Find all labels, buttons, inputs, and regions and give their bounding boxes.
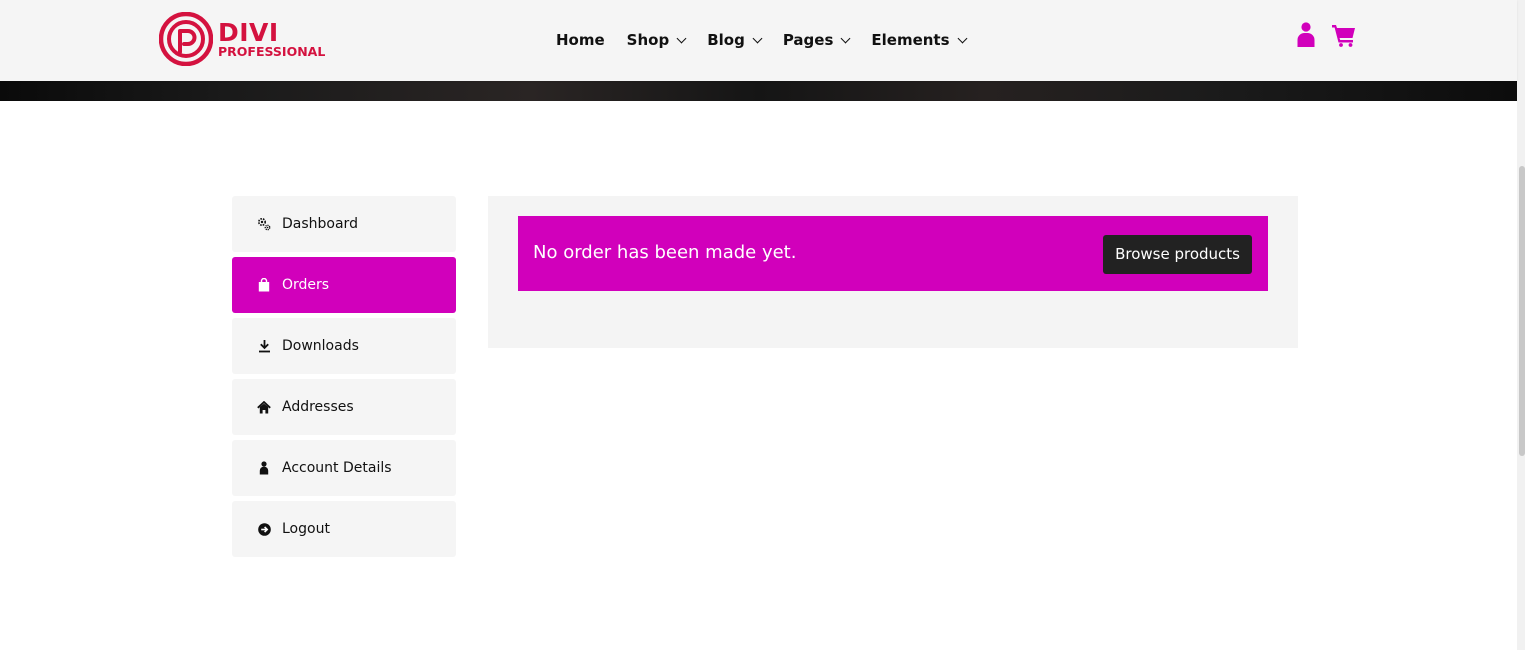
chevron-down-icon (840, 33, 851, 43)
logo-subtitle: PROFESSIONAL (218, 43, 326, 59)
account-nav-label: Orders (282, 277, 330, 293)
account-nav-logout[interactable]: Logout (232, 501, 456, 557)
chevron-down-icon (752, 33, 763, 43)
logo-mark-icon (159, 12, 213, 66)
header-icons (1296, 22, 1357, 48)
page: DIVI PROFESSIONAL Home Shop Blog Pages E… (0, 0, 1525, 650)
chevron-down-icon (957, 33, 967, 43)
nav-item-label: Shop (626, 31, 670, 49)
scrollbar-thumb[interactable] (1519, 166, 1525, 456)
nav-item-blog[interactable]: Blog (707, 31, 763, 49)
nav-item-label: Blog (707, 31, 745, 49)
account-nav-orders[interactable]: Orders (232, 257, 456, 313)
browse-products-button[interactable]: Browse products (1103, 235, 1252, 274)
account-nav-label: Dashboard (282, 216, 358, 232)
site-logo[interactable]: DIVI PROFESSIONAL (159, 12, 325, 66)
nav-item-label: Pages (782, 31, 834, 49)
cart-icon[interactable] (1331, 23, 1357, 47)
chevron-down-icon (676, 33, 687, 43)
logo-title: DIVI (218, 17, 279, 47)
logo-wordmark: DIVI PROFESSIONAL (218, 20, 325, 59)
account-nav-addresses[interactable]: Addresses (232, 379, 456, 435)
logout-icon (257, 522, 271, 536)
account-nav-downloads[interactable]: Downloads (232, 318, 456, 374)
main-nav: Home Shop Blog Pages Elements (556, 28, 988, 52)
nav-item-label: Elements (871, 31, 950, 49)
shopping-bag-icon (257, 278, 271, 292)
nav-item-shop[interactable]: Shop (626, 31, 687, 49)
site-header: DIVI PROFESSIONAL Home Shop Blog Pages E… (0, 0, 1517, 81)
nav-item-elements[interactable]: Elements (871, 31, 967, 49)
account-nav-label: Downloads (282, 338, 359, 354)
user-icon (257, 461, 271, 475)
download-icon (257, 339, 271, 353)
notice-message: No order has been made yet. (533, 242, 797, 263)
account-navigation: Dashboard Orders Downloads Addresses Acc… (232, 196, 456, 562)
nav-item-label: Home (556, 31, 605, 49)
account-nav-label: Logout (282, 521, 330, 537)
account-nav-label: Account Details (282, 460, 392, 476)
hero-banner-strip (0, 81, 1517, 101)
home-icon (257, 400, 271, 414)
user-icon[interactable] (1296, 22, 1316, 48)
orders-info-notice: No order has been made yet. Browse produ… (518, 216, 1268, 291)
gears-icon (257, 217, 271, 231)
orders-content: No order has been made yet. Browse produ… (488, 196, 1298, 348)
nav-item-home[interactable]: Home (556, 31, 605, 49)
account-nav-label: Addresses (282, 399, 354, 415)
nav-item-pages[interactable]: Pages (782, 31, 851, 49)
account-nav-dashboard[interactable]: Dashboard (232, 196, 456, 252)
account-nav-account-details[interactable]: Account Details (232, 440, 456, 496)
